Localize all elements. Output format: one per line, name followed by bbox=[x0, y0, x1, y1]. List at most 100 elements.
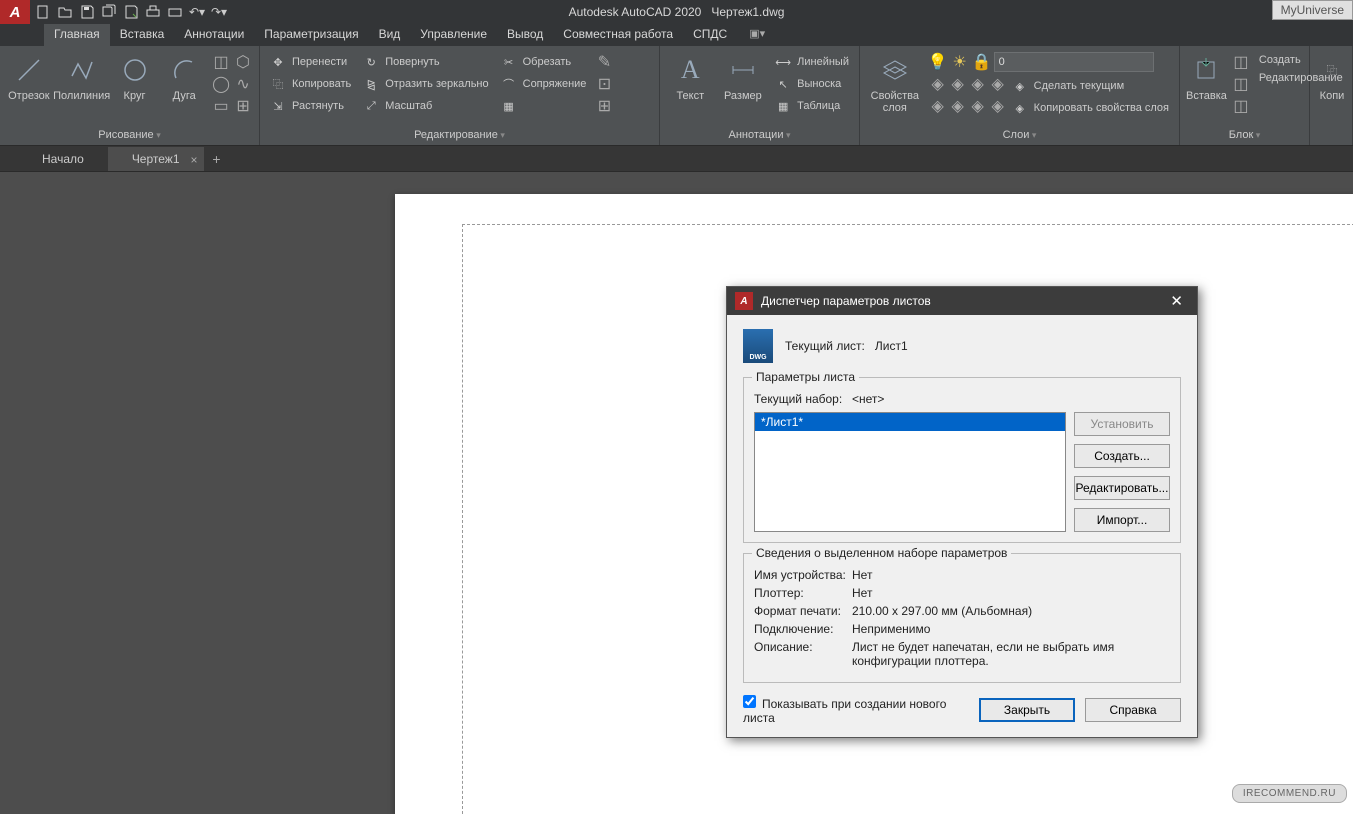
plot-icon[interactable] bbox=[142, 1, 164, 23]
rotate-button[interactable]: ↻Повернуть bbox=[359, 52, 492, 72]
help-button[interactable]: Справка bbox=[1085, 698, 1181, 722]
bm2[interactable]: ◫ bbox=[1231, 74, 1251, 94]
lm2[interactable]: ◈ bbox=[928, 96, 948, 116]
import-button[interactable]: Импорт... bbox=[1074, 508, 1170, 532]
trim-button[interactable]: ✂Обрезать bbox=[497, 52, 591, 72]
draw-mini-2[interactable]: ⬡ bbox=[233, 52, 253, 72]
dialog-titlebar[interactable]: A Диспетчер параметров листов ✕ bbox=[727, 287, 1197, 315]
list-item[interactable]: *Лист1* bbox=[755, 413, 1065, 431]
file-tabs: Начало Чертеж1× + bbox=[0, 146, 1353, 172]
menu-tabs: Главная Вставка Аннотации Параметризация… bbox=[0, 24, 1353, 46]
close-icon[interactable]: × bbox=[190, 153, 197, 167]
quick-access-toolbar: ↶▾ ↷▾ bbox=[32, 1, 230, 23]
arc-button[interactable]: Дуга bbox=[161, 50, 207, 127]
lm6[interactable]: ◈ bbox=[968, 96, 988, 116]
group-info: Сведения о выделенном наборе параметров … bbox=[743, 553, 1181, 683]
lock-icon[interactable]: 🔒 bbox=[972, 52, 992, 72]
saveall-icon[interactable] bbox=[98, 1, 120, 23]
current-sheet-label: Текущий лист: bbox=[785, 339, 865, 353]
tab-collab[interactable]: Совместная работа bbox=[553, 24, 683, 46]
polyline-button[interactable]: Полилиния bbox=[56, 50, 108, 127]
bm1[interactable]: ◫ bbox=[1231, 52, 1251, 72]
tab-insert[interactable]: Вставка bbox=[110, 24, 175, 46]
sun-icon[interactable]: ☀ bbox=[950, 52, 970, 72]
panel-layers-title[interactable]: Слои bbox=[866, 127, 1173, 145]
current-set-label: Текущий набор: bbox=[754, 392, 852, 406]
bulb-icon[interactable]: 💡 bbox=[928, 52, 948, 72]
tab-parametric[interactable]: Параметризация bbox=[254, 24, 368, 46]
tab-manage[interactable]: Управление bbox=[410, 24, 497, 46]
page-setup-listbox[interactable]: *Лист1* bbox=[754, 412, 1066, 532]
panel-block-title[interactable]: Блок bbox=[1186, 127, 1303, 145]
save-icon[interactable] bbox=[76, 1, 98, 23]
lm1[interactable]: ◈ bbox=[928, 74, 948, 94]
scale-button[interactable]: ⤢Масштаб bbox=[359, 96, 492, 116]
print-icon[interactable] bbox=[164, 1, 186, 23]
lm7[interactable]: ◈ bbox=[988, 74, 1008, 94]
lm5[interactable]: ◈ bbox=[968, 74, 988, 94]
insert-block-button[interactable]: Вставка bbox=[1186, 50, 1227, 127]
circle-button[interactable]: Круг bbox=[112, 50, 158, 127]
panel-draw-title[interactable]: Рисование bbox=[6, 127, 253, 145]
irecommend-badge: IRECOMMEND.RU bbox=[1232, 784, 1347, 803]
edit-mini-3[interactable]: ⊞ bbox=[594, 96, 614, 116]
close-button[interactable]: Закрыть bbox=[979, 698, 1075, 722]
mirror-button[interactable]: ⧎Отразить зеркально bbox=[359, 74, 492, 94]
open-icon[interactable] bbox=[54, 1, 76, 23]
lm4[interactable]: ◈ bbox=[948, 96, 968, 116]
make-current-button[interactable]: ◈Сделать текущим bbox=[1008, 76, 1173, 96]
fillet-button[interactable]: ⌒Сопряжение bbox=[497, 74, 591, 94]
layer-props-button[interactable]: Свойства слоя bbox=[866, 50, 924, 127]
ribbon-dropdown-icon[interactable]: ▣▾ bbox=[743, 24, 771, 46]
move-button[interactable]: ✥Перенести bbox=[266, 52, 355, 72]
redo-icon[interactable]: ↷▾ bbox=[208, 1, 230, 23]
start-tab[interactable]: Начало bbox=[18, 147, 108, 171]
tab-spds[interactable]: СПДС bbox=[683, 24, 737, 46]
layer-combo[interactable]: 0 bbox=[994, 52, 1154, 72]
set-current-button[interactable]: Установить bbox=[1074, 412, 1170, 436]
dimension-button[interactable]: Размер bbox=[719, 50, 768, 127]
autocad-icon: A bbox=[735, 292, 753, 310]
info-k0: Имя устройства: bbox=[754, 568, 852, 582]
new-button[interactable]: Создать... bbox=[1074, 444, 1170, 468]
draw-mini-5[interactable]: ▭ bbox=[211, 96, 231, 116]
new-icon[interactable] bbox=[32, 1, 54, 23]
tab-annotate[interactable]: Аннотации bbox=[174, 24, 254, 46]
app-logo[interactable]: A bbox=[0, 0, 30, 24]
copy-button[interactable]: ⿻Копировать bbox=[266, 74, 355, 94]
draw-mini-1[interactable]: ◫ bbox=[211, 52, 231, 72]
tab-home[interactable]: Главная bbox=[44, 24, 110, 46]
panel-edit-title[interactable]: Редактирование bbox=[266, 127, 653, 145]
bm3[interactable]: ◫ bbox=[1231, 96, 1251, 116]
draw-mini-3[interactable]: ◯ bbox=[211, 74, 231, 94]
draw-mini-6[interactable]: ⊞ bbox=[233, 96, 253, 116]
dialog-close-icon[interactable]: ✕ bbox=[1164, 292, 1189, 310]
show-on-new-checkbox[interactable]: Показывать при создании нового листа bbox=[743, 695, 959, 725]
tab-output[interactable]: Вывод bbox=[497, 24, 553, 46]
array-button[interactable]: ▦ bbox=[497, 96, 591, 116]
panel-block: Вставка ◫ ◫ ◫ Создать Редактирование Бло… bbox=[1180, 46, 1310, 145]
new-tab-button[interactable]: + bbox=[204, 147, 230, 171]
linear-button[interactable]: ⟷Линейный bbox=[771, 52, 853, 72]
draw-mini-4[interactable]: ∿ bbox=[233, 74, 253, 94]
panel-annot-title[interactable]: Аннотации bbox=[666, 127, 853, 145]
panel-draw: Отрезок Полилиния Круг Дуга ◫⬡ ◯∿ ▭⊞ Рис… bbox=[0, 46, 260, 145]
edit-mini-1[interactable]: ✎ bbox=[594, 52, 614, 72]
line-button[interactable]: Отрезок bbox=[6, 50, 52, 127]
leader-button[interactable]: ↖Выноска bbox=[771, 74, 853, 94]
edit-mini-2[interactable]: ⊡ bbox=[594, 74, 614, 94]
table-button[interactable]: ▦Таблица bbox=[771, 96, 853, 116]
tab-view[interactable]: Вид bbox=[369, 24, 411, 46]
current-sheet-value: Лист1 bbox=[875, 339, 908, 353]
copy-layer-props-button[interactable]: ◈Копировать свойства слоя bbox=[1008, 98, 1173, 118]
ribbon: Отрезок Полилиния Круг Дуга ◫⬡ ◯∿ ▭⊞ Рис… bbox=[0, 46, 1353, 146]
text-button[interactable]: AТекст bbox=[666, 50, 715, 127]
edit-button[interactable]: Редактировать... bbox=[1074, 476, 1170, 500]
copy-props-button[interactable]: ⿻Копи bbox=[1316, 50, 1348, 145]
lm3[interactable]: ◈ bbox=[948, 74, 968, 94]
stretch-button[interactable]: ⇲Растянуть bbox=[266, 96, 355, 116]
saveas-icon[interactable] bbox=[120, 1, 142, 23]
undo-icon[interactable]: ↶▾ bbox=[186, 1, 208, 23]
lm8[interactable]: ◈ bbox=[988, 96, 1008, 116]
drawing-tab[interactable]: Чертеж1× bbox=[108, 147, 204, 171]
